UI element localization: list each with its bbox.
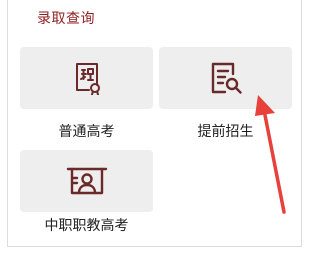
- document-search-icon: [207, 60, 245, 96]
- card-early-admission[interactable]: [159, 47, 292, 109]
- card-general-exam-label: 普通高考: [58, 124, 115, 140]
- card-early-admission-label: 提前招生: [197, 124, 254, 140]
- certificate-badge-icon: [70, 61, 104, 95]
- card-general-exam[interactable]: [20, 47, 153, 109]
- card-vocational-exam[interactable]: [20, 150, 153, 212]
- card-vocational-exam-label: 中职职教高考: [44, 218, 129, 234]
- section-title: 录取查询: [37, 11, 95, 27]
- id-card-person-icon: [66, 164, 108, 198]
